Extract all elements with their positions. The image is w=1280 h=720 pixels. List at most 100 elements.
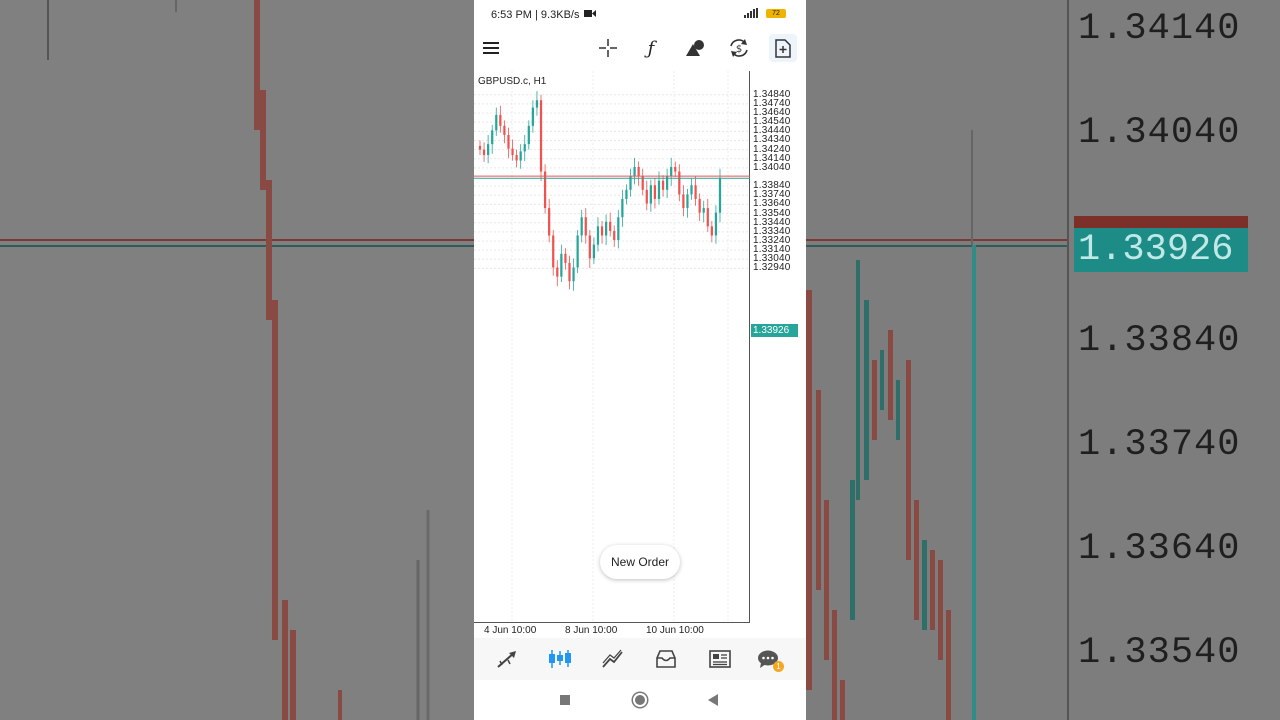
nav-chart[interactable] bbox=[546, 646, 574, 672]
candle-body bbox=[515, 155, 518, 161]
candle-body bbox=[645, 189, 648, 204]
candle-body bbox=[657, 180, 661, 199]
phone-screen: 6:53 PM | 9.3KB/s 72 ƒ $ GBPUSD.c, H1 1.… bbox=[474, 0, 806, 720]
objects-button[interactable] bbox=[681, 34, 709, 62]
candle-body bbox=[649, 185, 652, 204]
candle-body bbox=[487, 144, 490, 156]
back-button[interactable] bbox=[705, 692, 721, 708]
candle-body bbox=[519, 151, 522, 161]
candle-body bbox=[592, 244, 596, 259]
candlestick-chart bbox=[474, 71, 750, 623]
background-left bbox=[0, 0, 474, 720]
candle-body bbox=[706, 208, 709, 227]
candle-body bbox=[600, 226, 604, 236]
candle-body bbox=[710, 226, 713, 236]
candle-body bbox=[653, 185, 657, 199]
background-price-5: 1.33540 bbox=[1078, 632, 1241, 674]
candle-body bbox=[556, 267, 559, 277]
symbol-timeframe-label: GBPUSD.c, H1 bbox=[478, 76, 547, 87]
home-circle-icon bbox=[635, 695, 645, 705]
candle-body bbox=[637, 166, 640, 177]
svg-text:$: $ bbox=[736, 44, 742, 55]
status-icons: 72 bbox=[744, 8, 786, 18]
candle-body bbox=[674, 166, 677, 172]
new-order-popup[interactable]: New Order bbox=[600, 545, 680, 579]
candle-body bbox=[499, 114, 502, 126]
news-icon bbox=[709, 650, 731, 668]
price-tick-label: 1.32940 bbox=[753, 262, 791, 274]
time-axis[interactable]: 4 Jun 10:00 8 Jun 10:00 10 Jun 10:00 bbox=[474, 623, 750, 638]
candle-body bbox=[535, 100, 539, 108]
candle-body bbox=[491, 130, 494, 145]
current-price-badge: 1.33926 bbox=[751, 324, 798, 337]
shapes-icon bbox=[686, 40, 704, 56]
candle-body bbox=[596, 226, 600, 245]
background-price-0: 1.34140 bbox=[1078, 8, 1241, 50]
nav-messages[interactable]: 1 bbox=[754, 646, 784, 672]
background-price-2: 1.33840 bbox=[1078, 320, 1241, 362]
nav-quotes[interactable] bbox=[493, 646, 521, 672]
candle-body bbox=[613, 230, 616, 241]
candle-body bbox=[682, 194, 685, 209]
candle-body bbox=[531, 107, 534, 126]
candle-body bbox=[690, 185, 693, 195]
nav-news[interactable] bbox=[706, 646, 734, 672]
candle-body bbox=[621, 198, 624, 218]
candle-body bbox=[604, 221, 608, 236]
home-button[interactable] bbox=[632, 692, 648, 708]
back-triangle-icon bbox=[708, 694, 718, 706]
chart-icon bbox=[549, 650, 571, 668]
crosshair-button[interactable] bbox=[594, 34, 622, 62]
candle-body bbox=[564, 253, 567, 263]
candle-body bbox=[670, 166, 673, 177]
candle-body bbox=[625, 189, 628, 199]
candle-body bbox=[511, 148, 514, 156]
candle-body bbox=[584, 217, 587, 236]
indicators-button[interactable]: ƒ bbox=[637, 34, 665, 62]
candle-body bbox=[694, 185, 697, 199]
candle-body bbox=[714, 212, 718, 236]
candle-body bbox=[482, 149, 486, 156]
new-document-icon bbox=[775, 38, 791, 58]
background-chart-left bbox=[0, 0, 474, 720]
function-icon: ƒ bbox=[647, 37, 655, 59]
recents-button[interactable] bbox=[557, 692, 573, 708]
time-tick-label: 8 Jun 10:00 bbox=[565, 625, 618, 636]
chart-plot[interactable]: GBPUSD.c, H1 bbox=[474, 71, 750, 623]
candle-body bbox=[478, 145, 482, 150]
messages-badge: 1 bbox=[773, 661, 784, 672]
history-icon bbox=[656, 650, 676, 668]
candle-body bbox=[698, 198, 701, 213]
new-order-button[interactable] bbox=[769, 34, 797, 62]
candle-body bbox=[572, 267, 575, 282]
candle-body bbox=[702, 208, 705, 213]
menu-button[interactable] bbox=[477, 34, 505, 62]
status-bar: 6:53 PM | 9.3KB/s 72 bbox=[474, 0, 806, 28]
candle-body bbox=[580, 217, 583, 236]
price-tick-label: 1.34040 bbox=[753, 161, 791, 173]
crosshair-icon bbox=[599, 39, 617, 57]
symbol-button[interactable]: $ bbox=[725, 34, 753, 62]
candle-body bbox=[718, 177, 722, 213]
candle-body bbox=[661, 180, 665, 190]
chart-area[interactable]: GBPUSD.c, H1 1.34840 1.34740 1.34640 1.3454… bbox=[474, 71, 806, 638]
system-navigation-bar bbox=[474, 680, 806, 720]
candle-body bbox=[507, 134, 510, 149]
trade-icon bbox=[602, 649, 623, 668]
nav-history[interactable] bbox=[652, 646, 680, 672]
candle-body bbox=[543, 171, 547, 209]
battery-icon: 72 bbox=[766, 8, 786, 18]
bottom-navigation: 1 bbox=[474, 638, 806, 680]
square-icon bbox=[560, 695, 570, 705]
nav-trade[interactable] bbox=[599, 646, 627, 672]
chart-toolbar: ƒ $ bbox=[474, 28, 806, 68]
candle-body bbox=[609, 221, 612, 231]
candle-body bbox=[539, 100, 543, 172]
candle-body bbox=[560, 253, 563, 277]
background-price-4: 1.33640 bbox=[1078, 528, 1241, 570]
candle-body bbox=[495, 114, 498, 131]
candle-body bbox=[568, 262, 571, 282]
candle-body bbox=[523, 144, 526, 152]
candle-body bbox=[588, 235, 591, 259]
price-axis[interactable]: 1.34840 1.34740 1.34640 1.34540 1.34440 1.343… bbox=[750, 71, 806, 623]
